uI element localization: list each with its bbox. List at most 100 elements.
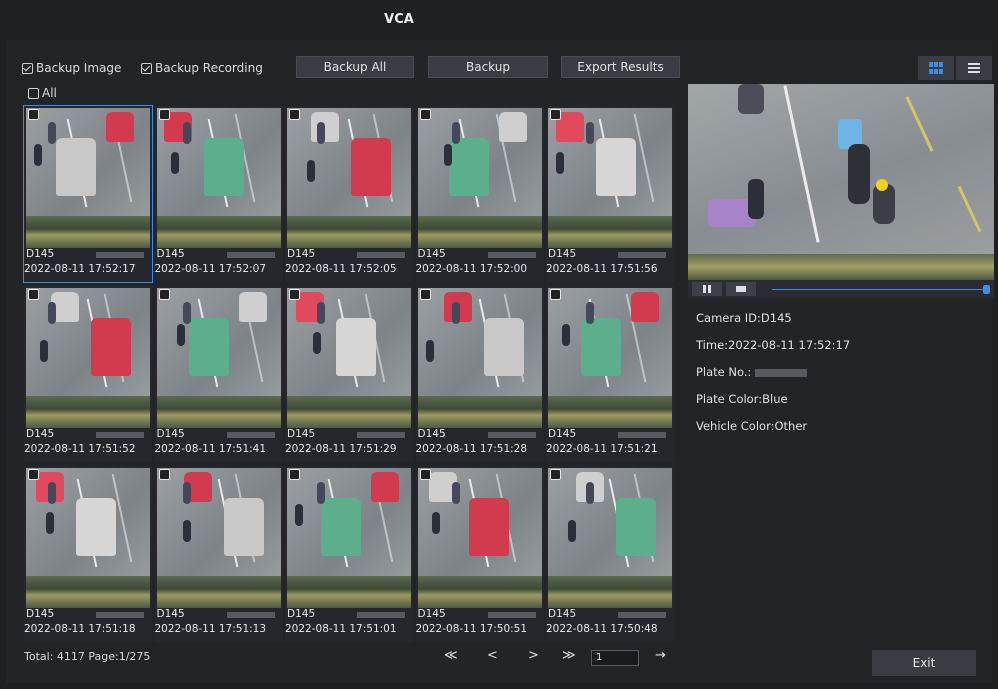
tile-plate-redacted [226,252,275,258]
tile-camera-id: D145 [548,248,577,260]
backup-recording-label: Backup Recording [155,61,263,75]
result-tile[interactable]: D145 2022-08-11 17:52:07 [154,106,283,282]
tile-timestamp: 2022-08-11 17:50:48 [546,623,658,635]
exit-button[interactable]: Exit [872,650,976,676]
select-all-checkbox[interactable]: All [28,86,57,100]
camera-id-info: Camera ID:D145 [696,311,792,325]
checkbox-checked-icon [22,62,33,74]
tile-checkbox[interactable] [289,289,300,300]
result-tile[interactable]: D145 2022-08-11 17:52:00 [415,106,544,282]
tile-checkbox[interactable] [289,109,300,120]
tile-plate-redacted [96,252,144,258]
result-tile[interactable]: D145 2022-08-11 17:52:17 [23,105,153,283]
backup-button[interactable]: Backup [428,56,548,78]
result-thumbnail [417,468,542,608]
result-tile[interactable]: D145 2022-08-11 17:52:05 [285,106,413,282]
result-tile[interactable]: D145 2022-08-11 17:50:48 [546,466,674,642]
result-tile[interactable]: D145 2022-08-11 17:51:18 [24,466,152,642]
result-tile[interactable]: D145 2022-08-11 17:51:21 [546,286,674,462]
tile-checkbox[interactable] [419,109,431,120]
go-page-button[interactable]: → [655,648,666,663]
tile-plate-redacted [96,432,144,438]
tile-timestamp: 2022-08-11 17:51:01 [285,623,397,635]
tile-checkbox[interactable] [28,289,39,300]
pause-button[interactable] [692,282,722,296]
tile-camera-id: D145 [417,608,446,620]
next-page-button[interactable]: > [528,648,539,663]
tile-plate-redacted [226,612,275,618]
grid-view-button[interactable] [918,56,954,80]
result-thumbnail [417,108,542,248]
result-tile[interactable]: D145 2022-08-11 17:51:13 [154,466,283,642]
tile-checkbox[interactable] [419,469,431,480]
first-page-button[interactable]: ≪ [444,648,458,663]
tile-checkbox[interactable] [28,109,39,120]
grid-view-icon [929,62,943,74]
tile-plate-redacted [226,432,275,438]
playback-bar [688,280,994,298]
tile-timestamp: 2022-08-11 17:51:13 [154,623,267,635]
tile-plate-redacted [618,612,666,618]
result-thumbnail [548,288,672,428]
list-view-button[interactable] [956,56,992,80]
tile-camera-id: D145 [548,608,577,620]
tile-checkbox[interactable] [158,469,170,480]
tile-camera-id: D145 [287,428,316,440]
tile-checkbox[interactable] [550,289,561,300]
vca-window: VCA Backup Image Backup Recording Backup… [0,0,998,689]
time-info: Time:2022-08-11 17:52:17 [696,338,851,352]
result-tile[interactable]: D145 2022-08-11 17:51:52 [24,286,152,462]
plate-no-label: Plate No.: [696,365,752,379]
slider-handle[interactable] [983,285,990,294]
result-thumbnail [156,468,281,608]
tile-checkbox[interactable] [28,469,39,480]
vehicle-color-info: Vehicle Color:Other [696,419,808,433]
result-thumbnail [548,468,672,608]
preview-image [688,84,994,280]
page-number-input[interactable]: 1 [591,650,639,666]
tile-timestamp: 2022-08-11 17:51:52 [24,443,136,455]
tile-timestamp: 2022-08-11 17:51:21 [546,443,658,455]
plate-redacted [755,368,808,377]
export-results-button[interactable]: Export Results [561,56,680,78]
window-title: VCA [384,12,414,27]
list-view-icon [968,63,980,73]
tile-checkbox[interactable] [289,469,300,480]
playback-slider[interactable] [772,289,986,290]
tile-plate-redacted [357,612,405,618]
backup-image-checkbox[interactable]: Backup Image [22,61,121,75]
result-tile[interactable]: D145 2022-08-11 17:51:56 [546,106,674,282]
tile-checkbox[interactable] [158,289,170,300]
result-status: Total: 4117 Page:1/275 [24,650,151,663]
tile-checkbox[interactable] [419,289,431,300]
tile-timestamp: 2022-08-11 17:51:18 [24,623,136,635]
tile-checkbox[interactable] [550,109,561,120]
last-page-button[interactable]: ≫ [562,648,576,663]
previous-page-button[interactable]: < [487,648,498,663]
result-tile[interactable]: D145 2022-08-11 17:51:41 [154,286,283,462]
select-all-label: All [42,86,57,100]
result-thumbnail [548,108,672,248]
tile-checkbox[interactable] [550,469,561,480]
result-tile[interactable]: D145 2022-08-11 17:50:51 [415,466,544,642]
tile-camera-id: D145 [26,428,55,440]
backup-recording-checkbox[interactable]: Backup Recording [141,61,263,75]
backup-all-button[interactable]: Backup All [296,56,414,78]
tile-timestamp: 2022-08-11 17:51:56 [546,263,658,275]
tile-timestamp: 2022-08-11 17:51:29 [285,443,397,455]
result-tile[interactable]: D145 2022-08-11 17:51:28 [415,286,544,462]
result-thumbnail [156,288,281,428]
result-tile[interactable]: D145 2022-08-11 17:51:29 [285,286,413,462]
plate-no-info: Plate No.: [696,365,808,379]
tile-plate-redacted [357,432,405,438]
tile-timestamp: 2022-08-11 17:52:05 [285,263,397,275]
backup-image-label: Backup Image [36,61,122,75]
tile-plate-redacted [487,612,536,618]
stop-button[interactable] [726,282,756,296]
result-grid: D145 2022-08-11 17:52:17 D145 2022-08-11 17… [23,105,676,644]
result-tile[interactable]: D145 2022-08-11 17:51:01 [285,466,413,642]
tile-timestamp: 2022-08-11 17:52:17 [24,263,136,275]
tile-checkbox[interactable] [158,109,170,120]
tile-camera-id: D145 [548,428,577,440]
result-thumbnail [26,108,150,248]
